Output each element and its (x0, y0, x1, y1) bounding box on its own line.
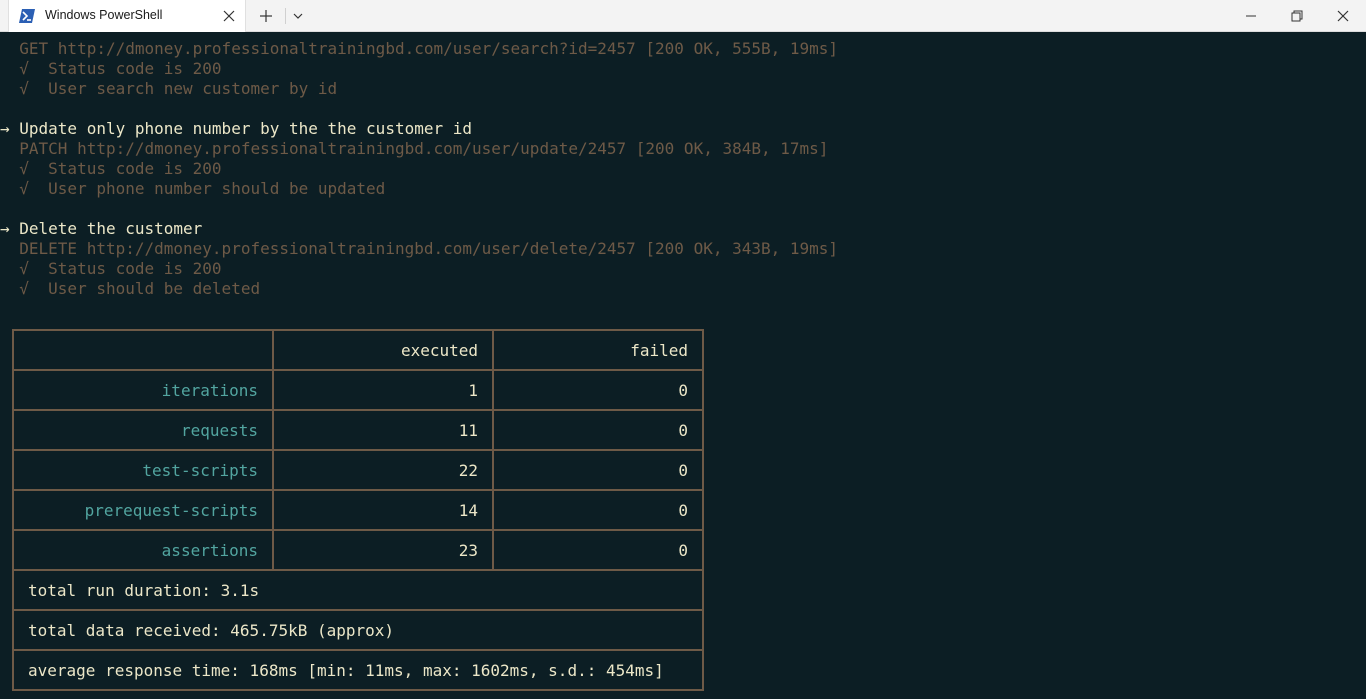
table-row: total data received: 465.75kB (approx) (12, 609, 704, 651)
table-row: total run duration: 3.1s (12, 569, 704, 611)
row-label: iterations (12, 369, 274, 411)
table-row: requests 11 0 (12, 409, 704, 451)
tab-separator (285, 8, 286, 24)
restore-icon[interactable] (1289, 8, 1305, 24)
powershell-icon (19, 9, 35, 23)
log-line: √ User should be deleted (0, 279, 261, 298)
log-line: DELETE http://dmoney.professionaltrainin… (0, 239, 839, 258)
table-row: test-scripts 22 0 (12, 449, 704, 491)
close-tab-icon[interactable] (221, 8, 237, 24)
log-line: √ Status code is 200 (0, 59, 222, 78)
log-line: → Delete the customer (0, 219, 203, 238)
log-line: √ Status code is 200 (0, 259, 222, 278)
executed-cell: 1 (272, 369, 494, 411)
failed-cell: 0 (492, 409, 704, 451)
row-label: prerequest-scripts (12, 489, 274, 531)
close-window-icon[interactable] (1335, 8, 1351, 24)
minimize-icon[interactable] (1243, 8, 1259, 24)
row-label: assertions (12, 529, 274, 571)
log-line: → Update only phone number by the the cu… (0, 119, 473, 138)
total-data-received: total data received: 465.75kB (approx) (12, 609, 704, 651)
executed-cell: 11 (272, 409, 494, 451)
executed-cell: 23 (272, 529, 494, 571)
table-header-cell: executed (272, 329, 494, 371)
terminal-output[interactable]: GET http://dmoney.professionaltrainingbd… (0, 32, 1366, 699)
row-label: test-scripts (12, 449, 274, 491)
table-header-cell: failed (492, 329, 704, 371)
log-line: √ User phone number should be updated (0, 179, 386, 198)
row-label: requests (12, 409, 274, 451)
log-line: PATCH http://dmoney.professionaltraining… (0, 139, 829, 158)
log-line: GET http://dmoney.professionaltrainingbd… (0, 39, 839, 58)
executed-cell: 14 (272, 489, 494, 531)
failed-cell: 0 (492, 529, 704, 571)
table-row: prerequest-scripts 14 0 (12, 489, 704, 531)
title-bar: Windows PowerShell (0, 0, 1366, 32)
tab-title: Windows PowerShell (45, 8, 163, 22)
failed-cell: 0 (492, 369, 704, 411)
table-row: average response time: 168ms [min: 11ms,… (12, 649, 704, 691)
average-response-time: average response time: 168ms [min: 11ms,… (12, 649, 704, 691)
chevron-down-icon[interactable] (291, 10, 305, 22)
executed-cell: 22 (272, 449, 494, 491)
run-summary-table: executed failed iterations 1 0 requests … (12, 329, 704, 691)
failed-cell: 0 (492, 449, 704, 491)
log-line: √ Status code is 200 (0, 159, 222, 178)
log-line: √ User search new customer by id (0, 79, 338, 98)
new-tab-icon[interactable] (258, 8, 274, 24)
tab-windows-powershell[interactable]: Windows PowerShell (8, 0, 246, 32)
failed-cell: 0 (492, 489, 704, 531)
table-row: assertions 23 0 (12, 529, 704, 571)
total-run-duration: total run duration: 3.1s (12, 569, 704, 611)
table-header-row: executed failed (12, 329, 704, 371)
table-header-cell (12, 329, 274, 371)
table-row: iterations 1 0 (12, 369, 704, 411)
